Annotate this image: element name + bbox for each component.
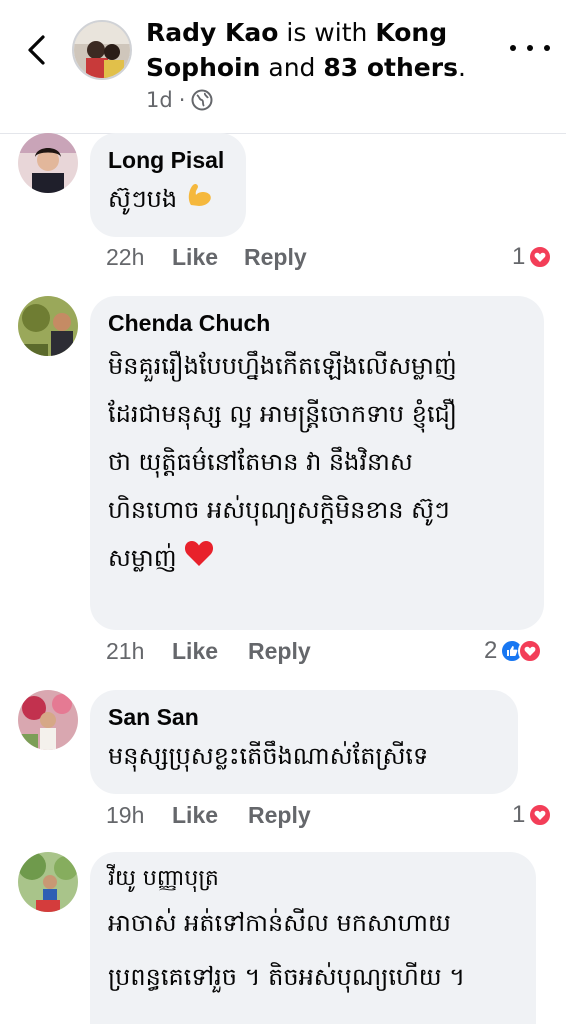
comment-actions: 22h Like Reply: [106, 244, 333, 271]
reaction-count: 1: [512, 243, 526, 270]
reaction-summary[interactable]: 1: [512, 801, 553, 829]
post-header: Rady Kao is with Kong Sophoin and 83 oth…: [0, 0, 566, 134]
more-dot-icon: [510, 45, 516, 51]
comment-text: ស៊ូៗបង: [108, 179, 228, 221]
like-button[interactable]: Like: [172, 244, 218, 271]
comment-author[interactable]: Long Pisal: [108, 145, 228, 175]
comment-bubble: Long Pisal ស៊ូៗបង: [90, 133, 246, 237]
and-text: and: [268, 53, 316, 82]
comment-author[interactable]: San San: [108, 702, 500, 732]
commenter-avatar[interactable]: [18, 690, 78, 750]
like-button[interactable]: Like: [172, 802, 218, 829]
chevron-left-icon: [28, 35, 45, 65]
author-avatar[interactable]: [72, 20, 132, 80]
reaction-summary[interactable]: 2: [484, 637, 543, 665]
meta-separator: ·: [178, 88, 186, 112]
comment-time[interactable]: 22h: [106, 244, 172, 271]
love-reaction-icon: [528, 245, 553, 269]
author-name[interactable]: Rady Kao: [146, 18, 278, 47]
love-reaction-icon: [528, 803, 553, 827]
post-time[interactable]: 1d: [146, 88, 173, 112]
reaction-summary[interactable]: 1: [512, 243, 553, 271]
comment-text-content: មិនគួររឿងបែបហ្នឹងកើតឡើងលើសម្លាញ់ ដែរជាមន…: [108, 352, 458, 572]
comment-actions: 19h Like Reply: [106, 802, 337, 829]
comment-text: អាចាស់ អត់ទៅកាន់សីល មកសាហាយ ប្រពន្ធគេទៅរ…: [108, 909, 466, 991]
comment-time[interactable]: 21h: [106, 638, 172, 665]
others-link[interactable]: 83 others: [323, 53, 458, 82]
comment-bubble: វីយូ បញ្ញាបុត្រ អាចាស់ អត់ទៅកាន់សីល មកសា…: [90, 852, 536, 1024]
reply-button[interactable]: Reply: [244, 244, 307, 271]
reaction-count: 2: [484, 637, 498, 664]
comment-text-content: ស៊ូៗបង: [108, 185, 178, 213]
title-period: .: [457, 53, 466, 82]
comment-author[interactable]: Chenda Chuch: [108, 308, 526, 338]
more-dot-icon: [544, 45, 550, 51]
comment-bubble: Chenda Chuch មិនគួររឿងបែបហ្នឹងកើតឡើងលើសម…: [90, 296, 544, 630]
globe-icon: [191, 89, 213, 111]
reply-button[interactable]: Reply: [248, 802, 311, 829]
comment-author[interactable]: វីយូ បញ្ញាបុត្រ: [108, 864, 518, 894]
commenter-avatar[interactable]: [18, 133, 78, 193]
flexed-biceps-icon: [185, 179, 215, 221]
reply-button[interactable]: Reply: [248, 638, 311, 665]
comment-time[interactable]: 19h: [106, 802, 172, 829]
back-button[interactable]: [18, 30, 54, 70]
more-dot-icon: [527, 45, 533, 51]
like-button[interactable]: Like: [172, 638, 218, 665]
more-options-button[interactable]: [510, 36, 550, 60]
love-reaction-icon: [518, 639, 543, 663]
reaction-count: 1: [512, 801, 526, 828]
comment-text: មនុស្សប្រុសខ្លះតើចឹងណាស់តែស្រីទេ: [108, 742, 429, 770]
with-text: is with: [286, 18, 368, 47]
commenter-avatar[interactable]: [18, 296, 78, 356]
commenter-avatar[interactable]: [18, 852, 78, 912]
post-meta: 1d ·: [146, 88, 213, 112]
comment-bubble: San San មនុស្សប្រុសខ្លះតើចឹងណាស់តែស្រីទេ: [90, 690, 518, 794]
red-heart-icon: [184, 535, 214, 583]
post-title: Rady Kao is with Kong Sophoin and 83 oth…: [146, 15, 486, 85]
comment-text: មិនគួររឿងបែបហ្នឹងកើតឡើងលើសម្លាញ់ ដែរជាមន…: [108, 342, 526, 583]
comment-actions: 21h Like Reply: [106, 638, 337, 665]
